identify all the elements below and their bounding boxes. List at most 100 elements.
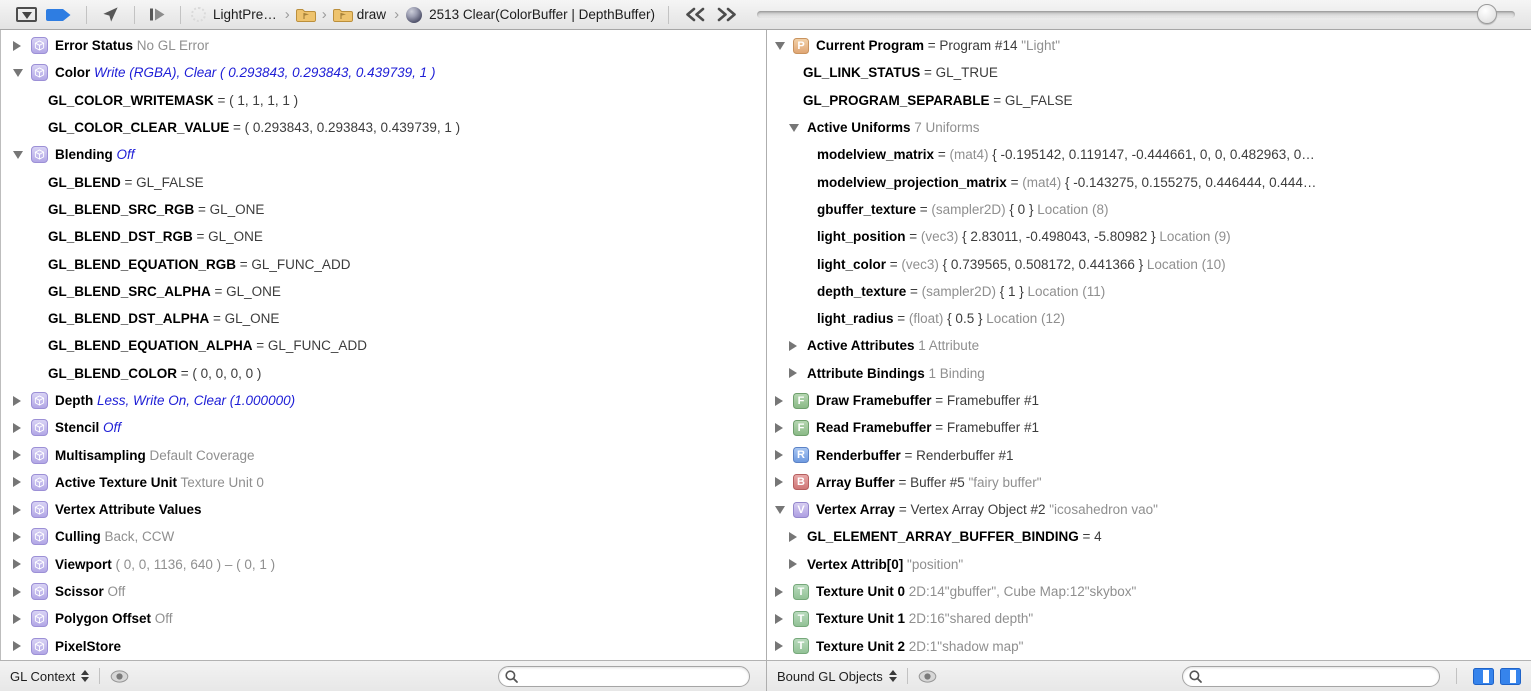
tree-row[interactable]: GL_PROGRAM_SEPARABLE = GL_FALSE: [767, 87, 1531, 114]
tree-row[interactable]: modelview_matrix = (mat4) { -0.195142, 0…: [767, 141, 1531, 168]
frame-back-button[interactable]: [683, 7, 707, 22]
tree-row[interactable]: GL_BLEND_EQUATION_RGB = GL_FUNC_ADD: [1, 250, 766, 277]
disclosure-triangle-icon[interactable]: [13, 559, 21, 569]
disclosure-triangle-icon[interactable]: [13, 614, 21, 624]
tree-row[interactable]: TTexture Unit 2 2D:1"shadow map": [767, 633, 1531, 660]
disclosure-triangle-icon[interactable]: [789, 341, 797, 351]
tree-row[interactable]: BArray Buffer = Buffer #5 "fairy buffer": [767, 469, 1531, 496]
disclosure-triangle-icon[interactable]: [775, 423, 783, 433]
tree-row[interactable]: GL_BLEND_SRC_RGB = GL_ONE: [1, 196, 766, 223]
tree-row[interactable]: Stencil Off: [1, 414, 766, 441]
row-text: = GL_ONE: [209, 311, 279, 326]
breadcrumb-folder[interactable]: [295, 6, 317, 23]
split-view-right-button[interactable]: [1500, 668, 1521, 685]
disclosure-triangle-icon[interactable]: [789, 532, 797, 542]
tree-row[interactable]: GL_BLEND = GL_FALSE: [1, 168, 766, 195]
tree-row[interactable]: TTexture Unit 1 2D:16"shared depth": [767, 605, 1531, 632]
disclosure-triangle-icon[interactable]: [13, 423, 21, 433]
search-field[interactable]: [498, 666, 750, 687]
tree-row[interactable]: Depth Less, Write On, Clear (1.000000): [1, 387, 766, 414]
tree-row[interactable]: TTexture Unit 0 2D:14"gbuffer", Cube Map…: [767, 578, 1531, 605]
disclosure-triangle-icon[interactable]: [775, 506, 785, 514]
disclosure-triangle-icon[interactable]: [789, 124, 799, 132]
tree-row[interactable]: gbuffer_texture = (sampler2D) { 0 } Loca…: [767, 196, 1531, 223]
tree-row[interactable]: light_position = (vec3) { 2.83011, -0.49…: [767, 223, 1531, 250]
row-text: Texture Unit 1: [816, 611, 905, 626]
frame-forward-button[interactable]: [715, 7, 739, 22]
breadcrumb-folder-draw[interactable]: draw: [332, 6, 389, 23]
visibility-eye-button[interactable]: [110, 670, 129, 683]
tree-row[interactable]: GL_COLOR_CLEAR_VALUE = ( 0.293843, 0.293…: [1, 114, 766, 141]
tree-row[interactable]: Culling Back, CCW: [1, 523, 766, 550]
breakpoint-flag-button[interactable]: [45, 8, 72, 22]
tree-row[interactable]: Viewport ( 0, 0, 1136, 640 ) – ( 0, 1 ): [1, 551, 766, 578]
tree-row[interactable]: GL_BLEND_DST_ALPHA = GL_ONE: [1, 305, 766, 332]
tree-row[interactable]: RRenderbuffer = Renderbuffer #1: [767, 441, 1531, 468]
visibility-eye-button[interactable]: [918, 670, 937, 683]
split-view-left-button[interactable]: [1473, 668, 1494, 685]
tree-row[interactable]: FRead Framebuffer = Framebuffer #1: [767, 414, 1531, 441]
tree-row[interactable]: Color Write (RGBA), Clear ( 0.293843, 0.…: [1, 59, 766, 86]
tree-row[interactable]: modelview_projection_matrix = (mat4) { -…: [767, 168, 1531, 195]
step-forward-button[interactable]: [149, 7, 166, 22]
row-text: gbuffer_texture: [817, 202, 916, 217]
disclosure-triangle-icon[interactable]: [13, 532, 21, 542]
disclosure-triangle-icon[interactable]: [775, 587, 783, 597]
search-field[interactable]: [1182, 666, 1440, 687]
scope-selector-gl-context[interactable]: GL Context: [10, 669, 89, 684]
tree-row[interactable]: GL_BLEND_COLOR = ( 0, 0, 0, 0 ): [1, 360, 766, 387]
tree-row[interactable]: FDraw Framebuffer = Framebuffer #1: [767, 387, 1531, 414]
tree-row[interactable]: GL_COLOR_WRITEMASK = ( 1, 1, 1, 1 ): [1, 87, 766, 114]
disclosure-triangle-icon[interactable]: [789, 559, 797, 569]
tree-row[interactable]: GL_BLEND_EQUATION_ALPHA = GL_FUNC_ADD: [1, 332, 766, 359]
disclosure-triangle-icon[interactable]: [789, 368, 797, 378]
tree-row[interactable]: GL_ELEMENT_ARRAY_BUFFER_BINDING = 4: [767, 523, 1531, 550]
disclosure-triangle-icon[interactable]: [13, 641, 21, 651]
frame-scrubber-thumb[interactable]: [1477, 4, 1497, 24]
disclosure-triangle-icon[interactable]: [775, 42, 785, 50]
disclosure-triangle-icon[interactable]: [775, 614, 783, 624]
disclosure-triangle-icon[interactable]: [775, 641, 783, 651]
disclosure-triangle-icon[interactable]: [13, 396, 21, 406]
disclosure-triangle-icon[interactable]: [13, 587, 21, 597]
breadcrumb-event-label[interactable]: 2513 Clear(ColorBuffer | DepthBuffer): [429, 7, 655, 22]
tree-row[interactable]: PCurrent Program = Program #14 "Light": [767, 32, 1531, 59]
frame-scrubber-slider[interactable]: [757, 11, 1515, 18]
tree-row[interactable]: Polygon Offset Off: [1, 605, 766, 632]
disclosure-triangle-icon[interactable]: [13, 151, 23, 159]
debug-area-toggle-button[interactable]: [16, 7, 37, 22]
row-text: GL_BLEND_EQUATION_ALPHA: [48, 338, 253, 353]
search-input[interactable]: [1203, 668, 1431, 684]
navigate-to-current-button[interactable]: [101, 5, 120, 24]
tree-row[interactable]: Multisampling Default Coverage: [1, 441, 766, 468]
tree-row[interactable]: VVertex Array = Vertex Array Object #2 "…: [767, 496, 1531, 523]
row-text: Texture Unit 0: [177, 475, 264, 490]
tree-row[interactable]: Error Status No GL Error: [1, 32, 766, 59]
tree-row[interactable]: GL_LINK_STATUS = GL_TRUE: [767, 59, 1531, 86]
scope-selector-bound-gl-objects[interactable]: Bound GL Objects: [777, 669, 897, 684]
tree-row[interactable]: Blending Off: [1, 141, 766, 168]
breadcrumb-app[interactable]: LightPre…: [213, 7, 277, 22]
tree-row[interactable]: light_radius = (float) { 0.5 } Location …: [767, 305, 1531, 332]
tree-row[interactable]: Active Attributes 1 Attribute: [767, 332, 1531, 359]
tree-row[interactable]: Scissor Off: [1, 578, 766, 605]
tree-row[interactable]: Active Texture Unit Texture Unit 0: [1, 469, 766, 496]
disclosure-triangle-icon[interactable]: [13, 41, 21, 51]
tree-row[interactable]: GL_BLEND_DST_RGB = GL_ONE: [1, 223, 766, 250]
disclosure-triangle-icon[interactable]: [775, 396, 783, 406]
tree-row[interactable]: Active Uniforms 7 Uniforms: [767, 114, 1531, 141]
disclosure-triangle-icon[interactable]: [13, 477, 21, 487]
tree-row[interactable]: light_color = (vec3) { 0.739565, 0.50817…: [767, 250, 1531, 277]
disclosure-triangle-icon[interactable]: [13, 450, 21, 460]
tree-row[interactable]: Vertex Attribute Values: [1, 496, 766, 523]
tree-row[interactable]: Attribute Bindings 1 Binding: [767, 360, 1531, 387]
disclosure-triangle-icon[interactable]: [775, 450, 783, 460]
disclosure-triangle-icon[interactable]: [13, 505, 21, 515]
disclosure-triangle-icon[interactable]: [13, 69, 23, 77]
search-input[interactable]: [519, 668, 741, 684]
disclosure-triangle-icon[interactable]: [775, 477, 783, 487]
tree-row[interactable]: GL_BLEND_SRC_ALPHA = GL_ONE: [1, 278, 766, 305]
tree-row[interactable]: Vertex Attrib[0] "position": [767, 551, 1531, 578]
tree-row[interactable]: PixelStore: [1, 633, 766, 660]
tree-row[interactable]: depth_texture = (sampler2D) { 1 } Locati…: [767, 278, 1531, 305]
